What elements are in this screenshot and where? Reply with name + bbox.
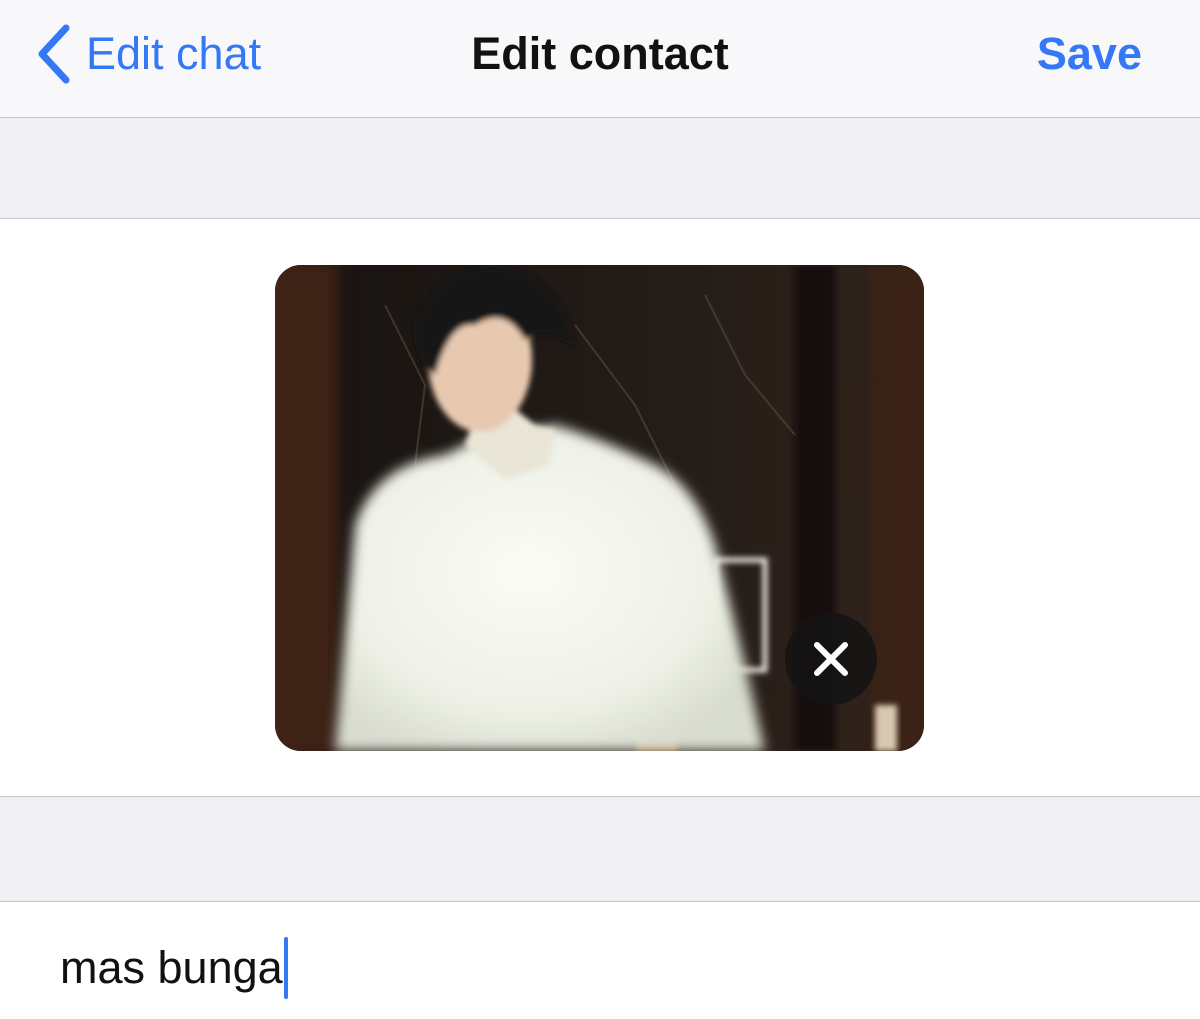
back-button[interactable]: Edit chat xyxy=(36,22,261,86)
name-row: mas bunga xyxy=(0,902,1200,1019)
section-spacer xyxy=(0,797,1200,902)
close-icon xyxy=(811,639,851,679)
photo-section xyxy=(0,219,1200,797)
remove-photo-button[interactable] xyxy=(785,613,877,705)
contact-name-field[interactable]: mas bunga xyxy=(60,936,288,1000)
chevron-left-icon xyxy=(36,24,72,84)
save-button[interactable]: Save xyxy=(1037,22,1142,86)
back-label: Edit chat xyxy=(86,28,262,79)
navigation-bar: Edit chat Edit contact Save xyxy=(0,0,1200,118)
contact-name-value: mas bunga xyxy=(60,942,283,993)
text-cursor xyxy=(283,937,288,999)
contact-photo[interactable] xyxy=(275,265,924,751)
section-spacer xyxy=(0,118,1200,219)
